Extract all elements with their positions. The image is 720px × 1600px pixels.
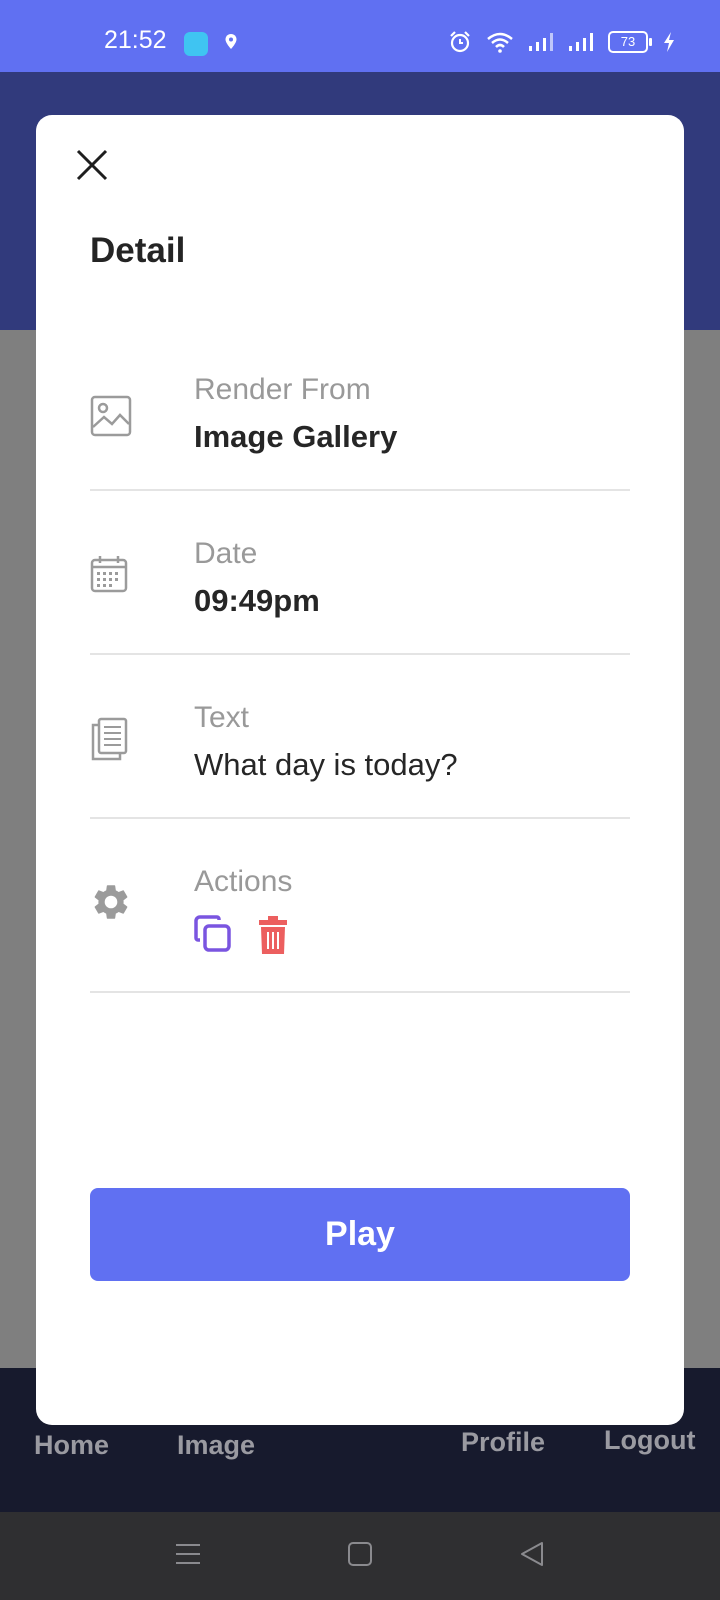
copy-icon[interactable]	[194, 915, 232, 953]
home-button-icon[interactable]	[347, 1540, 373, 1568]
alarm-icon	[450, 31, 470, 53]
trash-icon[interactable]	[258, 915, 288, 955]
touch-icon	[184, 32, 208, 56]
detail-label: Render From	[194, 373, 371, 406]
back-icon[interactable]	[518, 1540, 546, 1568]
menu-icon[interactable]	[174, 1540, 202, 1568]
status-time: 21:52	[104, 26, 167, 54]
image-icon	[90, 395, 132, 437]
location-icon	[225, 34, 237, 49]
modal-title: Detail	[90, 231, 186, 270]
gear-icon	[94, 885, 128, 919]
nav-item-label: Profile	[461, 1427, 546, 1457]
status-bar: 21:52 73	[0, 0, 720, 72]
play-button[interactable]: Play	[90, 1188, 630, 1281]
detail-label: Actions	[194, 865, 293, 898]
detail-row-date: Date 09:49pm	[90, 491, 630, 655]
signal-icon	[529, 33, 553, 51]
detail-row-text: Text What day is today?	[90, 655, 630, 819]
wifi-icon	[487, 32, 513, 53]
detail-value: What day is today?	[194, 747, 458, 782]
charging-icon	[664, 32, 674, 52]
detail-modal: Detail Render From Image Gallery Date 09…	[36, 115, 684, 1425]
detail-label: Text	[194, 701, 250, 734]
battery-icon: 73	[608, 31, 652, 53]
close-icon[interactable]	[74, 147, 110, 183]
detail-row-render-from: Render From Image Gallery	[90, 349, 630, 491]
nav-item-label: Logout	[604, 1425, 696, 1455]
system-navigation-bar	[0, 1512, 720, 1600]
calendar-icon	[90, 556, 128, 593]
nav-item-label: Home	[34, 1430, 110, 1460]
detail-value: 09:49pm	[194, 583, 320, 618]
detail-value: Image Gallery	[194, 419, 398, 454]
detail-label: Date	[194, 537, 258, 570]
nav-item-label: Image	[177, 1430, 256, 1460]
document-icon	[91, 717, 128, 761]
detail-row-actions: Actions	[90, 819, 630, 993]
signal-icon	[569, 33, 593, 51]
